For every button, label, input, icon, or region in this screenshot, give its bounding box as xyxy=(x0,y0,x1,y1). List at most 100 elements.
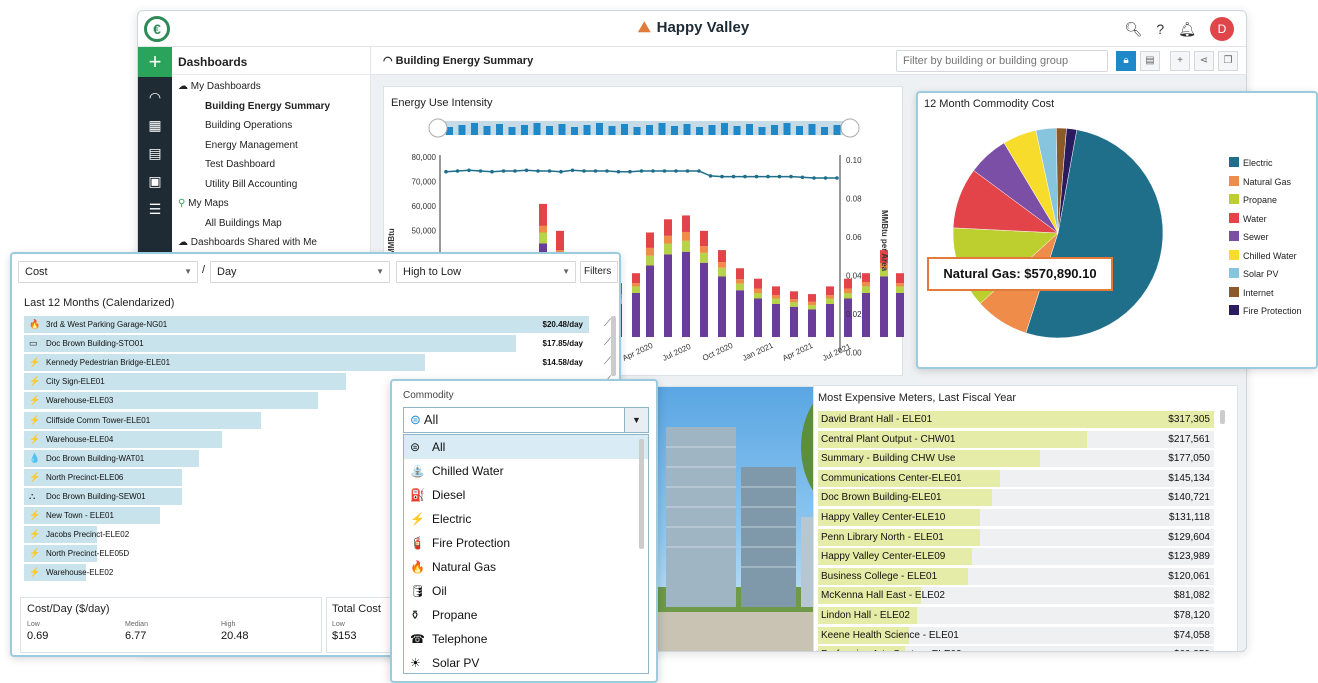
range-handle-left[interactable] xyxy=(428,118,448,138)
avatar[interactable]: D xyxy=(1210,17,1234,41)
share-icon[interactable]: ⋖ xyxy=(1194,51,1214,71)
sort-select[interactable]: High to Low ▼ xyxy=(396,261,576,283)
range-selector[interactable] xyxy=(428,118,860,138)
period-select[interactable]: Day ▼ xyxy=(210,261,390,283)
meter-row[interactable]: Doc Brown Building-ELE01 $140,721 xyxy=(818,489,1214,507)
range-bar xyxy=(533,123,541,135)
meter-row[interactable]: Central Plant Output - CHW01 $217,561 xyxy=(818,430,1214,448)
commodity-icon: ⚡ xyxy=(29,357,41,368)
option-oil[interactable]: 🛢 Oil xyxy=(404,579,648,603)
option-electric[interactable]: ⚡ Electric xyxy=(404,507,648,531)
option-diesel[interactable]: ⛽ Diesel xyxy=(404,483,648,507)
copy-icon[interactable]: ❐ xyxy=(1218,51,1238,71)
commodity-icon: ⚡ xyxy=(29,567,41,578)
eui-bar-segment xyxy=(632,273,640,284)
legend-label: Water xyxy=(1243,213,1267,224)
range-handle-right[interactable] xyxy=(840,118,860,138)
nav-building-energy-summary[interactable]: Building Energy Summary xyxy=(172,97,370,117)
cost-row[interactable]: ⚡ Kennedy Pedestrian Bridge-ELE01 $14.58/d… xyxy=(24,354,611,372)
building-filter-input[interactable] xyxy=(896,50,1108,72)
app-logo[interactable]: € xyxy=(144,16,170,42)
meter-row[interactable]: Performing Arts Center - ELE02 $69,259 xyxy=(818,646,1214,651)
lock-icon[interactable]: 🔒︎ xyxy=(1116,51,1136,71)
y-right-tick: 0.06 xyxy=(846,233,862,242)
eui-bar-segment xyxy=(736,268,744,280)
nav-all-buildings-map[interactable]: All Buildings Map xyxy=(172,214,370,234)
nav-test-dashboard[interactable]: Test Dashboard xyxy=(172,155,370,175)
meter-row[interactable]: Summary - Building CHW Use $177,050 xyxy=(818,450,1214,468)
option-natural-gas[interactable]: 🔥 Natural Gas xyxy=(404,555,648,579)
bill-icon[interactable]: ▣ xyxy=(138,167,172,195)
legend-item-electric[interactable]: Electric xyxy=(1229,157,1273,168)
search-icon[interactable]: 🔍︎ xyxy=(1125,21,1143,38)
add-widget-icon[interactable]: + xyxy=(1170,51,1190,71)
meter-row[interactable]: Happy Valley Center-ELE09 $123,989 xyxy=(818,548,1214,566)
meter-row[interactable]: McKenna Hall East - ELE02 $81,082 xyxy=(818,587,1214,605)
cost-row[interactable]: ▭ Doc Brown Building-STO01 $17.85/day ⟋ xyxy=(24,335,611,353)
commodity-pie xyxy=(952,127,1164,339)
legend-item-sewer[interactable]: Sewer xyxy=(1229,231,1269,242)
y-left-tick: 60,000 xyxy=(412,202,437,211)
legend-item-chilled-water[interactable]: Chilled Water xyxy=(1229,249,1297,261)
commodity-icon: ⚡ xyxy=(29,414,41,425)
filters-button[interactable]: Filters xyxy=(580,261,618,283)
meter-name: Central Plant Output - CHW01 xyxy=(821,433,956,445)
eui-bar-segment xyxy=(862,286,870,293)
option-propane[interactable]: ⚱ Propane xyxy=(404,603,648,627)
sparkline-icon[interactable]: ⟋ xyxy=(604,337,611,348)
nav-utility-bill-accounting[interactable]: Utility Bill Accounting xyxy=(172,175,370,195)
range-bar xyxy=(708,125,716,135)
option-all[interactable]: ⊜ All xyxy=(404,435,648,459)
sparkline-icon[interactable]: ⟋ xyxy=(604,356,611,367)
eui-bar-segment xyxy=(718,250,726,263)
legend-swatch xyxy=(1229,268,1239,278)
nav-energy-management[interactable]: Energy Management xyxy=(172,136,370,156)
calculator-icon[interactable]: ▤ xyxy=(138,139,172,167)
legend-item-fire-protection[interactable]: Fire Protection xyxy=(1229,305,1302,316)
meter-value: $123,989 xyxy=(1168,551,1210,563)
unlock-icon[interactable]: ▤ xyxy=(1140,51,1160,71)
dropdown-scrollbar[interactable] xyxy=(639,439,644,549)
nav-shared-dashboards[interactable]: ☁ Dashboards Shared with Me xyxy=(172,233,370,253)
nav-my-dashboards[interactable]: ☁ My Dashboards xyxy=(172,77,370,97)
help-icon[interactable]: ? xyxy=(1156,21,1164,37)
option-telephone[interactable]: ☎ Telephone xyxy=(404,627,648,651)
option-chilled-water[interactable]: ⛲ Chilled Water xyxy=(404,459,648,483)
reports-icon[interactable]: ☰ xyxy=(138,195,172,223)
sparkline-icon[interactable]: ⟋ xyxy=(604,318,611,329)
buildings-icon[interactable]: ▦ xyxy=(138,111,172,139)
y-left-tick: 50,000 xyxy=(412,227,437,236)
range-bar xyxy=(796,126,803,135)
option-solar-pv[interactable]: ☀ Solar PV xyxy=(404,651,648,673)
meter-row[interactable]: Business College - ELE01 $120,061 xyxy=(818,567,1214,585)
legend-item-propane[interactable]: Propane xyxy=(1229,194,1277,205)
meter-row[interactable]: Keene Health Science - ELE01 $74,058 xyxy=(818,626,1214,644)
cost-row[interactable]: 🔥 3rd & West Parking Garage-NG01 $20.48/da… xyxy=(24,316,611,333)
eui-bar-segment xyxy=(736,279,744,284)
meter-row[interactable]: David Brant Hall - ELE01 $317,305 xyxy=(818,411,1214,428)
legend-item-natural-gas[interactable]: Natural Gas xyxy=(1229,175,1291,187)
dashboard-gauge-icon[interactable]: ◠ xyxy=(138,83,172,111)
meter-row[interactable]: Communications Center-ELE01 $145,134 xyxy=(818,469,1214,487)
legend-item-internet[interactable]: Internet xyxy=(1229,286,1274,298)
meter-row[interactable]: Penn Library North - ELE01 $129,604 xyxy=(818,528,1214,546)
commodity-select[interactable]: ⊜ All ▼ xyxy=(403,407,649,433)
nav-building-operations[interactable]: Building Operations xyxy=(172,116,370,136)
x-tick: Jul 2020 xyxy=(661,342,693,363)
cost-scrollbar[interactable] xyxy=(611,316,616,376)
chevron-down-icon[interactable]: ▼ xyxy=(624,408,648,432)
legend-item-water[interactable]: Water xyxy=(1229,212,1267,224)
meter-row[interactable]: Lindon Hall - ELE02 $78,120 xyxy=(818,607,1214,624)
meters-scrollbar[interactable] xyxy=(1220,410,1225,424)
propane-icon: ⚱ xyxy=(410,608,421,622)
bell-icon[interactable]: 🔔︎ xyxy=(1178,21,1196,38)
option-label: Diesel xyxy=(432,488,466,502)
metric-select[interactable]: Cost ▼ xyxy=(18,261,198,283)
option-fire-protection[interactable]: 🧯 Fire Protection xyxy=(404,531,648,555)
nav-my-maps[interactable]: ⚲ My Maps xyxy=(172,194,370,214)
legend-item-solar-pv[interactable]: Solar PV xyxy=(1229,268,1279,279)
meter-row[interactable]: Happy Valley Center-ELE10 $131,118 xyxy=(818,509,1214,526)
add-button[interactable]: + xyxy=(138,47,172,77)
eui-point xyxy=(662,169,667,173)
range-bar xyxy=(771,125,778,135)
